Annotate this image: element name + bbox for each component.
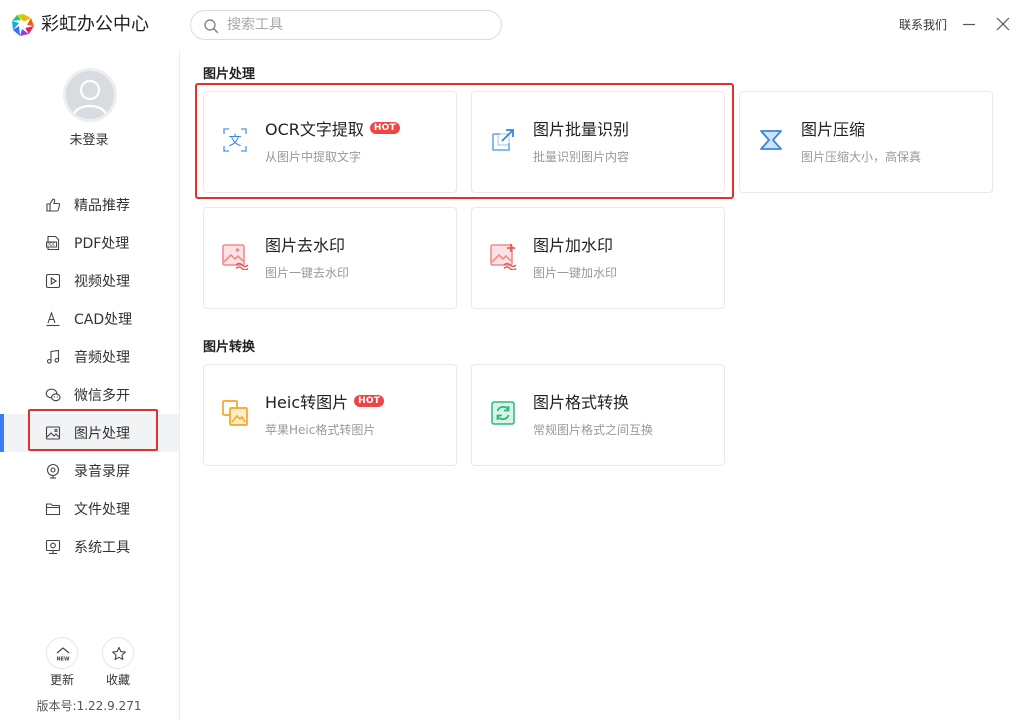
sidebar-item-label: 视频处理 [74,274,130,290]
video-icon [45,273,61,289]
favorite-button[interactable] [102,637,134,669]
record-icon [46,463,60,479]
section-title-image-conversion: 图片转换 [203,340,256,355]
user-icon [72,79,108,116]
remove-watermark-icon [222,244,249,270]
sidebar-item-video[interactable]: 视频处理 [0,262,179,300]
tool-card-title: 图片加水印 [533,236,614,255]
sidebar-item-label: 精品推荐 [74,198,130,214]
tool-card-desc: 常规图片格式之间互换 [533,423,654,437]
sidebar-item-record[interactable]: 录音录屏 [0,452,179,490]
star-icon [112,646,126,661]
tool-card-title: 图片去水印 [265,236,346,255]
highlight-box-nav [28,409,158,451]
sidebar-nav: 精品推荐 PDF PDF处理 视频处理 CAD处理 音频处理 微信多开 图片处理… [0,186,179,566]
search-box[interactable] [190,10,502,40]
sidebar-item-label: 系统工具 [74,540,130,556]
avatar[interactable] [63,68,117,122]
tool-card-heic[interactable]: Heic转图片 HOT 苹果Heic格式转图片 [203,364,457,466]
update-button[interactable]: NEW [46,637,78,669]
close-icon[interactable] [995,16,1011,32]
compress-icon [760,130,782,150]
sidebar-item-label: PDF处理 [74,236,130,252]
tool-card-compress[interactable]: 图片压缩 图片压缩大小，高保真 [739,91,993,193]
tool-card-desc: 苹果Heic格式转图片 [265,423,376,437]
search-input[interactable] [227,16,487,34]
sidebar-item-label: CAD处理 [74,312,133,328]
sidebar-item-label: 文件处理 [74,502,130,518]
login-status[interactable]: 未登录 [0,129,178,148]
sidebar-item-cad[interactable]: CAD处理 [0,300,179,338]
minimize-icon[interactable] [961,16,977,32]
sidebar-item-file[interactable]: 文件处理 [0,490,179,528]
update-new-badge: NEW [56,657,70,663]
search-icon [204,19,219,34]
tool-card-desc: 图片一键加水印 [533,266,618,280]
tool-card-format-convert[interactable]: 图片格式转换 常规图片格式之间互换 [471,364,725,466]
section-title-image-processing: 图片处理 [203,67,256,82]
folder-icon [45,503,61,516]
version-text: 版本号:1.22.9.271 [36,699,142,713]
tool-card-title: 图片压缩 [801,120,866,139]
sidebar-item-audio[interactable]: 音频处理 [0,338,179,376]
tool-card-desc: 图片一键去水印 [265,266,350,280]
wechat-icon [45,388,61,402]
tool-card-title: 图片格式转换 [533,393,630,412]
tool-card-desc: 图片压缩大小，高保真 [801,150,922,164]
tool-card-remove-watermark[interactable]: 图片去水印 图片一键去水印 [203,207,457,309]
update-label: 更新 [49,673,74,687]
rainbow-logo-icon [12,14,34,36]
update-home-icon: NEW [56,647,70,663]
cad-icon [46,311,60,327]
pdf-icon: PDF [46,235,60,251]
music-icon [46,349,60,364]
add-watermark-icon [490,244,517,270]
hot-badge: HOT [354,395,385,407]
heic-convert-icon [222,400,248,426]
sidebar-item-label: 音频处理 [74,350,130,366]
svg-text:PDF: PDF [47,242,55,247]
sidebar-item-label: 微信多开 [74,388,130,404]
title-bar: 彩虹办公中心 联系我们 [0,0,1025,50]
sidebar-item-system[interactable]: 系统工具 [0,528,179,566]
format-convert-icon [491,401,515,425]
sidebar-item-label: 录音录屏 [74,464,130,480]
app-title: 彩虹办公中心 [41,14,149,35]
sidebar-item-pdf[interactable]: PDF PDF处理 [0,224,179,262]
highlight-box-main [195,83,734,199]
thumbs-up-icon [46,198,61,212]
tool-card-add-watermark[interactable]: 图片加水印 图片一键加水印 [471,207,725,309]
system-icon [45,539,61,555]
sidebar-item-recommend[interactable]: 精品推荐 [0,186,179,224]
tool-card-title: Heic转图片 HOT [265,392,385,414]
favorite-label: 收藏 [105,673,130,687]
sidebar: 未登录 精品推荐 PDF PDF处理 视频处理 CAD处理 音频处理 微信多开 … [0,50,180,720]
contact-us-link[interactable]: 联系我们 [899,17,947,33]
